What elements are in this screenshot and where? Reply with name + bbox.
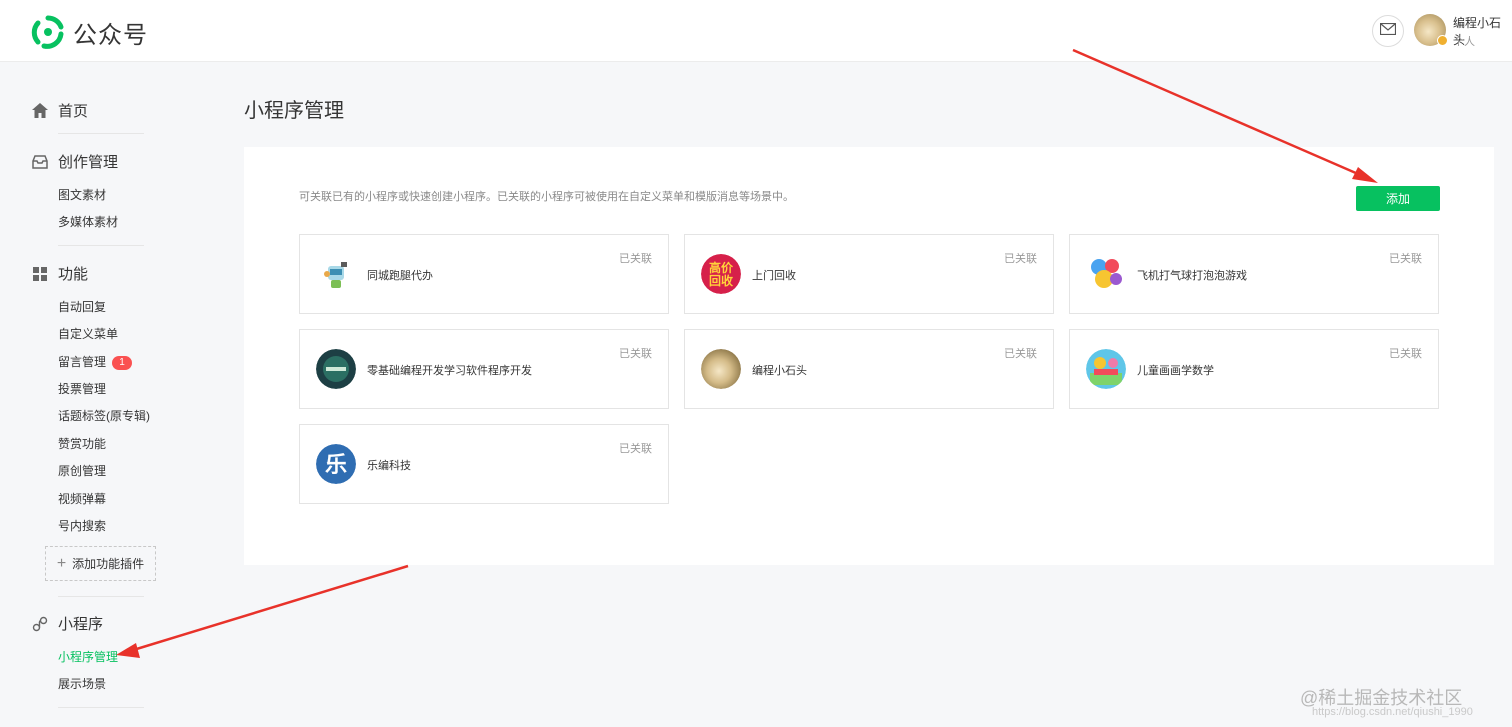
nav-create-group[interactable]: 创作管理: [32, 151, 118, 172]
miniprogram-card[interactable]: 零基础编程开发学习软件程序开发 已关联: [299, 329, 669, 409]
sidebar-item-custom-menu[interactable]: 自定义菜单: [58, 325, 118, 342]
sidebar-item-auto-reply[interactable]: 自动回复: [58, 298, 106, 315]
sidebar-item-search[interactable]: 号内搜索: [58, 517, 106, 534]
miniprogram-card[interactable]: 飞机打气球打泡泡游戏 已关联: [1069, 234, 1439, 314]
nav-miniprogram-title: 小程序: [58, 616, 104, 633]
coding-icon: [316, 349, 356, 389]
inbox-icon: [32, 154, 48, 170]
nav-features-group[interactable]: 功能: [32, 263, 88, 284]
brand-name: 公众号: [73, 21, 148, 49]
miniprogram-name: 飞机打气球打泡泡游戏: [1137, 270, 1247, 282]
miniprogram-status: 已关联: [619, 443, 652, 455]
miniprogram-card[interactable]: 儿童画画学数学 已关联: [1069, 329, 1439, 409]
mail-icon: [1379, 22, 1397, 40]
miniprogram-name: 儿童画画学数学: [1137, 365, 1214, 377]
sidebar-item-topics[interactable]: 话题标签(原专辑): [58, 407, 150, 424]
sidebar-item-miniprogram-manage[interactable]: 小程序管理: [58, 648, 118, 665]
sidebar-item-comments[interactable]: 留言管理 1: [58, 353, 133, 370]
sidebar-item-reward[interactable]: 赞赏功能: [58, 435, 106, 452]
unread-badge: 1: [112, 356, 133, 370]
page-title: 小程序管理: [244, 100, 344, 122]
link-icon: [32, 616, 48, 632]
sidebar-item-votes[interactable]: 投票管理: [58, 380, 106, 397]
nav-divider: [58, 133, 144, 134]
svg-text:高价: 高价: [709, 260, 734, 275]
plus-icon: +: [56, 554, 67, 572]
nav-divider: [58, 596, 144, 597]
miniprogram-card[interactable]: 高价 回收 上门回收 已关联: [684, 234, 1054, 314]
miniprogram-status: 已关联: [619, 253, 652, 265]
nav-features-title: 功能: [58, 266, 89, 283]
miniprogram-name: 同城跑腿代办: [367, 270, 433, 282]
miniprogram-status: 已关联: [1004, 348, 1037, 360]
miniprogram-name: 上门回收: [752, 270, 796, 282]
add-plugin-label: 添加功能插件: [72, 557, 145, 571]
add-miniprogram-button[interactable]: 添加: [1356, 186, 1440, 211]
nav-home[interactable]: 首页: [32, 100, 88, 121]
sidebar-item-media[interactable]: 多媒体素材: [58, 213, 118, 230]
nav-miniprogram-group[interactable]: 小程序: [32, 613, 103, 634]
watermark-url: https://blog.csdn.net/qiushi_1990: [1312, 706, 1473, 718]
sidebar-item-danmaku[interactable]: 视频弹幕: [58, 490, 106, 507]
robot-icon: [316, 254, 356, 294]
kids-math-icon: [1086, 349, 1126, 389]
mail-button[interactable]: [1372, 15, 1404, 47]
miniprogram-card[interactable]: 同城跑腿代办 已关联: [299, 234, 669, 314]
sidebar-item-display-scenes[interactable]: 展示场景: [58, 675, 106, 692]
balloons-icon: [1086, 254, 1126, 294]
miniprogram-status: 已关联: [619, 348, 652, 360]
miniprogram-card[interactable]: 编程小石头 已关联: [684, 329, 1054, 409]
add-plugin-button[interactable]: + 添加功能插件: [45, 546, 156, 581]
miniprogram-card[interactable]: 乐 乐编科技 已关联: [299, 424, 669, 504]
panel-description: 可关联已有的小程序或快速创建小程序。已关联的小程序可被使用在自定义菜单和模版消息…: [299, 191, 794, 203]
sidebar-item-original[interactable]: 原创管理: [58, 462, 106, 479]
sidebar-item-articles[interactable]: 图文素材: [58, 186, 106, 203]
miniprogram-panel: 可关联已有的小程序或快速创建小程序。已关联的小程序可被使用在自定义菜单和模版消息…: [244, 147, 1494, 565]
recycle-icon: 高价 回收: [701, 254, 741, 294]
svg-text:乐: 乐: [325, 453, 347, 478]
miniprogram-status: 已关联: [1389, 348, 1422, 360]
miniprogram-status: 已关联: [1004, 253, 1037, 265]
verified-badge-icon: [1437, 35, 1448, 46]
le-logo-icon: 乐: [316, 444, 356, 484]
home-icon: [32, 103, 48, 119]
miniprogram-status: 已关联: [1389, 253, 1422, 265]
svg-text:回收: 回收: [709, 273, 733, 288]
stone-avatar-icon: [701, 349, 741, 389]
sidebar: 首页 创作管理 图文素材 多媒体素材 功能 自动回复 自定义菜单 留言管理 1 投…: [0, 62, 200, 727]
miniprogram-name: 零基础编程开发学习软件程序开发: [367, 365, 532, 377]
nav-create-title: 创作管理: [58, 154, 119, 171]
miniprogram-name: 编程小石头: [752, 365, 807, 377]
brand-logo[interactable]: 公众号: [30, 14, 148, 50]
nav-divider: [58, 245, 144, 246]
top-header: 公众号 编程小石头 个人: [0, 0, 1512, 62]
wechat-mp-logo-icon: [30, 14, 66, 50]
sidebar-item-comments-label: 留言管理: [58, 355, 107, 369]
grid-icon: [32, 266, 48, 282]
miniprogram-name: 乐编科技: [367, 460, 411, 472]
account-type: 个人: [1453, 36, 1475, 48]
nav-home-label: 首页: [58, 103, 89, 120]
nav-divider: [58, 707, 144, 708]
